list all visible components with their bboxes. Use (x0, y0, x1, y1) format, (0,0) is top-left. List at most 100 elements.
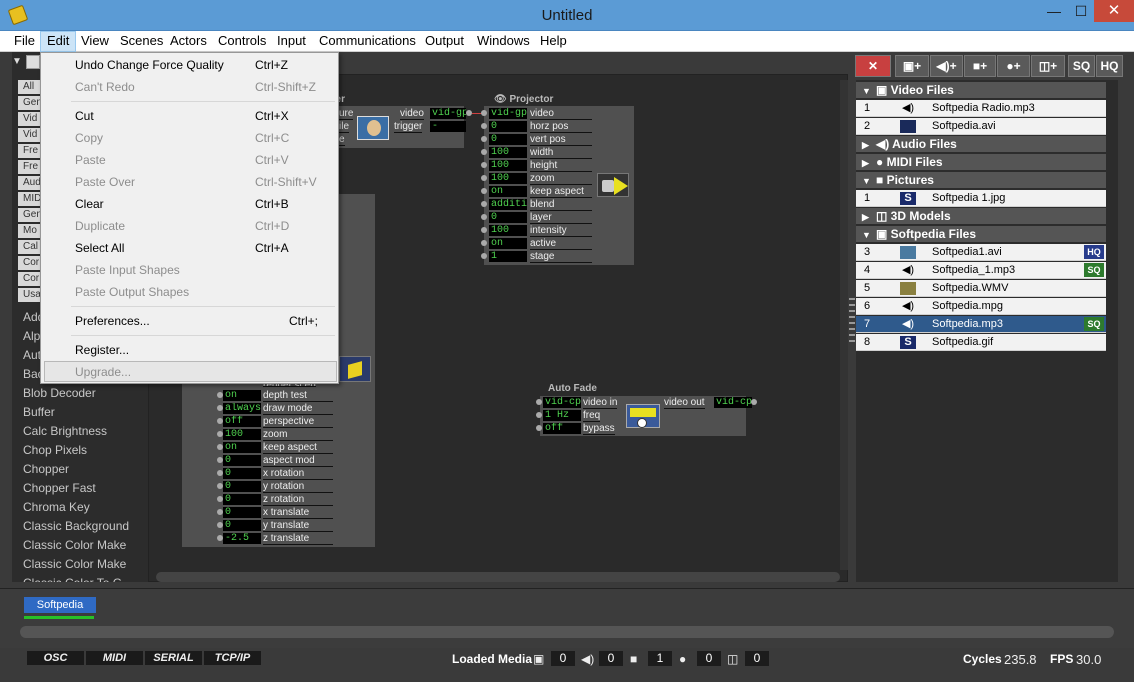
input-value[interactable]: on (223, 442, 261, 453)
section-audio-files[interactable]: ▶ ◀) Audio Files (856, 136, 1106, 152)
input-value[interactable]: 0 (489, 212, 527, 223)
input-value[interactable]: 0 (223, 520, 261, 531)
add-3d-button[interactable]: ◫+ (1031, 55, 1065, 77)
category-button[interactable]: Cor (18, 272, 42, 286)
hq-badge[interactable]: HQ (1084, 245, 1104, 259)
actor-list-item[interactable]: Chopper Fast (23, 479, 135, 497)
actor-list-item[interactable]: Classic Color Make (23, 555, 135, 573)
input-value[interactable]: 0 (223, 468, 261, 479)
category-button[interactable]: Usa (18, 288, 42, 302)
input-port[interactable] (481, 240, 487, 246)
add-midi-button[interactable]: ●+ (997, 55, 1030, 77)
sq-button[interactable]: SQ (1068, 55, 1095, 77)
section-3d-models[interactable]: ▶ ◫ 3D Models (856, 208, 1106, 224)
output-value[interactable]: vid-cpu (714, 397, 752, 408)
input-value[interactable]: 100 (489, 173, 527, 184)
input-value[interactable]: 0 (223, 494, 261, 505)
menu-item-undo[interactable]: Undo Change Force Quality Ctrl+Z (41, 54, 338, 76)
close-button[interactable]: ✕ (1094, 0, 1134, 22)
input-port[interactable] (481, 214, 487, 220)
category-button[interactable]: Cal (18, 240, 42, 254)
input-value[interactable]: 1 (489, 251, 527, 262)
input-value[interactable]: always (223, 403, 261, 414)
input-value[interactable]: 100 (489, 147, 527, 158)
section-midi-files[interactable]: ▶ ● MIDI Files (856, 154, 1106, 170)
media-row-selected[interactable]: 7 ◀) Softpedia.mp3 SQ (856, 316, 1106, 333)
midi-button[interactable]: MIDI (86, 651, 143, 665)
input-value[interactable]: additive (489, 199, 527, 210)
media-row[interactable]: 4 ◀) Softpedia_1.mp3 SQ (856, 262, 1106, 279)
input-port[interactable] (536, 425, 542, 431)
sq-badge[interactable]: SQ (1084, 317, 1104, 331)
actor-list-item[interactable]: Buffer (23, 403, 135, 421)
input-value[interactable]: 100 (223, 429, 261, 440)
category-button[interactable]: All (18, 80, 42, 94)
output-port[interactable] (751, 399, 757, 405)
category-selector[interactable] (26, 55, 40, 69)
scene-tab[interactable]: Softpedia (24, 597, 96, 613)
menu-output[interactable]: Output (419, 31, 470, 52)
menu-communications[interactable]: Communications (313, 31, 422, 52)
input-value[interactable]: 0 (223, 455, 261, 466)
menu-scenes[interactable]: Scenes (114, 31, 169, 52)
menu-file[interactable]: File (8, 31, 41, 52)
category-button[interactable]: MID (18, 192, 42, 206)
panel-splitter[interactable] (849, 298, 855, 342)
input-port[interactable] (481, 201, 487, 207)
input-value[interactable]: off (223, 416, 261, 427)
section-softpedia-files[interactable]: ▼ ▣ Softpedia Files (856, 226, 1106, 242)
input-value[interactable]: 0 (223, 481, 261, 492)
canvas-vscroll[interactable] (840, 80, 848, 570)
media-row[interactable]: 2 Softpedia.avi (856, 118, 1106, 135)
media-row[interactable]: 8 S Softpedia.gif (856, 334, 1106, 351)
media-row[interactable]: 6 ◀) Softpedia.mpg (856, 298, 1106, 315)
output-value[interactable]: - (430, 121, 466, 132)
input-value[interactable]: 1 Hz (543, 410, 581, 421)
sq-badge[interactable]: SQ (1084, 263, 1104, 277)
section-pictures[interactable]: ▼ ■ Pictures (856, 172, 1106, 188)
actor-list-item[interactable]: Calc Brightness (23, 422, 135, 440)
scene-scrollbar[interactable] (20, 626, 1114, 638)
input-port[interactable] (481, 175, 487, 181)
menu-edit[interactable]: Edit (40, 31, 77, 52)
input-port[interactable] (481, 123, 487, 129)
menu-input[interactable]: Input (271, 31, 312, 52)
maximize-button[interactable]: ☐ (1068, 0, 1094, 22)
menu-controls[interactable]: Controls (212, 31, 272, 52)
menu-item-cut[interactable]: Cut Ctrl+X (41, 105, 338, 127)
input-value[interactable]: 0 (223, 507, 261, 518)
media-row[interactable]: 1 ◀) Softpedia Radio.mp3 (856, 100, 1106, 117)
collapse-triangle-icon[interactable]: ▼ (12, 56, 22, 67)
input-value[interactable]: on (489, 186, 527, 197)
input-value[interactable]: 0 (489, 134, 527, 145)
actor-list-item[interactable]: Classic Color Make (23, 536, 135, 554)
remove-media-button[interactable]: ✕ (855, 55, 891, 77)
input-port[interactable] (481, 136, 487, 142)
category-button[interactable]: Aud (18, 176, 42, 190)
menu-help[interactable]: Help (534, 31, 573, 52)
input-port[interactable] (481, 227, 487, 233)
input-value[interactable]: vid-cpu (543, 397, 581, 408)
media-row[interactable]: 1 S Softpedia 1.jpg (856, 190, 1106, 207)
actor-list-item[interactable]: Chop Pixels (23, 441, 135, 459)
add-video-button[interactable]: ▣+ (895, 55, 929, 77)
input-port[interactable] (481, 162, 487, 168)
section-video-files[interactable]: ▼ ▣ Video Files (856, 82, 1106, 98)
input-value[interactable]: 0 (489, 121, 527, 132)
actor-list-item[interactable]: Blob Decoder (23, 384, 135, 402)
media-row[interactable]: 3 Softpedia1.avi HQ (856, 244, 1106, 261)
media-row[interactable]: 5 Softpedia.WMV (856, 280, 1106, 297)
add-audio-button[interactable]: ◀)+ (930, 55, 963, 77)
actor-list-item[interactable]: Classic Background (23, 517, 135, 535)
minimize-button[interactable]: — (1040, 0, 1068, 22)
menu-item-preferences[interactable]: Preferences... Ctrl+; (41, 310, 338, 332)
input-value[interactable]: 100 (489, 160, 527, 171)
osc-button[interactable]: OSC (27, 651, 84, 665)
category-button[interactable]: Vid (18, 112, 42, 126)
input-value[interactable]: 100 (489, 225, 527, 236)
input-port[interactable] (481, 110, 487, 116)
input-value[interactable]: on (223, 390, 261, 401)
tcpip-button[interactable]: TCP/IP (204, 651, 261, 665)
menu-item-clear[interactable]: Clear Ctrl+B (41, 193, 338, 215)
category-button[interactable]: Gen (18, 208, 42, 222)
